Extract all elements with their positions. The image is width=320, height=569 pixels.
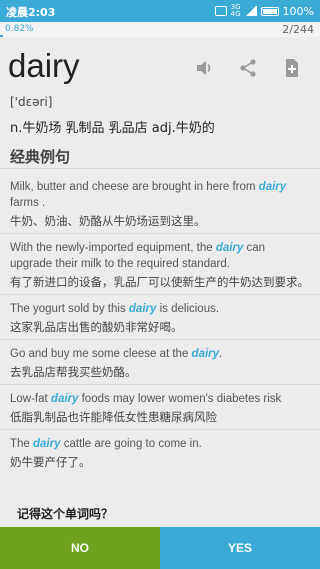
status-time: 凌晨2:03 — [6, 6, 56, 19]
study-progress: 0.82% 2/244 — [0, 22, 320, 37]
progress-count: 2/244 — [282, 23, 314, 36]
word-title: dairy — [8, 47, 80, 84]
example-list: Milk, butter and cheese are brought in h… — [0, 176, 320, 477]
example-chinese: 低脂乳制品也许能降低女性患糖尿病风险 — [10, 410, 217, 424]
example-item: Milk, butter and cheese are brought in h… — [0, 176, 320, 234]
example-english: The yogurt sold by this dairy is delicio… — [10, 303, 220, 315]
word-actions — [194, 58, 302, 78]
network-type: 3G 4G — [231, 4, 241, 18]
signal-icon — [244, 6, 257, 16]
keyword-highlight: dairy — [50, 393, 79, 405]
notification-icon — [214, 6, 227, 16]
example-item: The dairy cattle are going to come in. 奶… — [0, 433, 320, 474]
no-button[interactable]: NO — [0, 527, 160, 569]
example-english: Low-fat dairy foods may lower women's di… — [10, 393, 282, 405]
status-icons: 3G 4G 100% — [214, 4, 314, 18]
example-item: Go and buy me some cleese at the dairy. … — [0, 343, 320, 385]
remember-prompt: 记得这个单词吗？ — [17, 507, 114, 521]
keyword-highlight: dairy — [191, 348, 220, 360]
add-note-icon[interactable] — [282, 58, 302, 78]
example-item: With the newly-imported equipment, the d… — [0, 237, 320, 295]
progress-percent: 0.82% — [5, 24, 34, 34]
keyword-highlight: dairy — [215, 242, 244, 254]
example-chinese: 牛奶、奶油、奶酪从牛奶场运到这里。 — [10, 214, 206, 228]
status-bar: 凌晨2:03 3G 4G 100% — [0, 0, 320, 22]
battery-level: 100% — [282, 4, 314, 18]
network-label: 4G — [230, 10, 241, 18]
example-chinese: 去乳品店帮我买些奶酪。 — [10, 365, 137, 379]
example-chinese: 奶牛要产仔了。 — [10, 455, 91, 469]
progress-fill — [0, 35, 3, 37]
speaker-icon[interactable] — [194, 58, 214, 78]
example-item: Low-fat dairy foods may lower women's di… — [0, 388, 320, 430]
word-phonetic: ['dɛəri] — [10, 95, 53, 109]
keyword-highlight: dairy — [128, 303, 157, 315]
examples-section-title: 经典例句 — [10, 148, 71, 166]
example-chinese: 这家乳品店出售的酸奶非常好喝。 — [10, 320, 183, 334]
share-icon[interactable] — [238, 58, 258, 78]
example-english: With the newly-imported equipment, the d… — [10, 242, 266, 270]
example-chinese: 有了新进口的设备，乳品厂可以使新生产的牛奶达到要求。 — [10, 275, 309, 289]
word-meaning: n.牛奶场 乳制品 乳品店 adj.牛奶的 — [10, 121, 215, 136]
yes-button[interactable]: YES — [160, 527, 320, 569]
battery-icon — [260, 6, 279, 16]
example-english: The dairy cattle are going to come in. — [10, 438, 202, 450]
section-divider — [0, 168, 320, 169]
example-item: The yogurt sold by this dairy is delicio… — [0, 298, 320, 340]
keyword-highlight: dairy — [33, 438, 61, 450]
keyword-highlight: dairy — [258, 181, 287, 193]
example-english: Go and buy me some cleese at the dairy. — [10, 348, 223, 360]
example-english: Milk, butter and cheese are brought in h… — [10, 181, 287, 209]
